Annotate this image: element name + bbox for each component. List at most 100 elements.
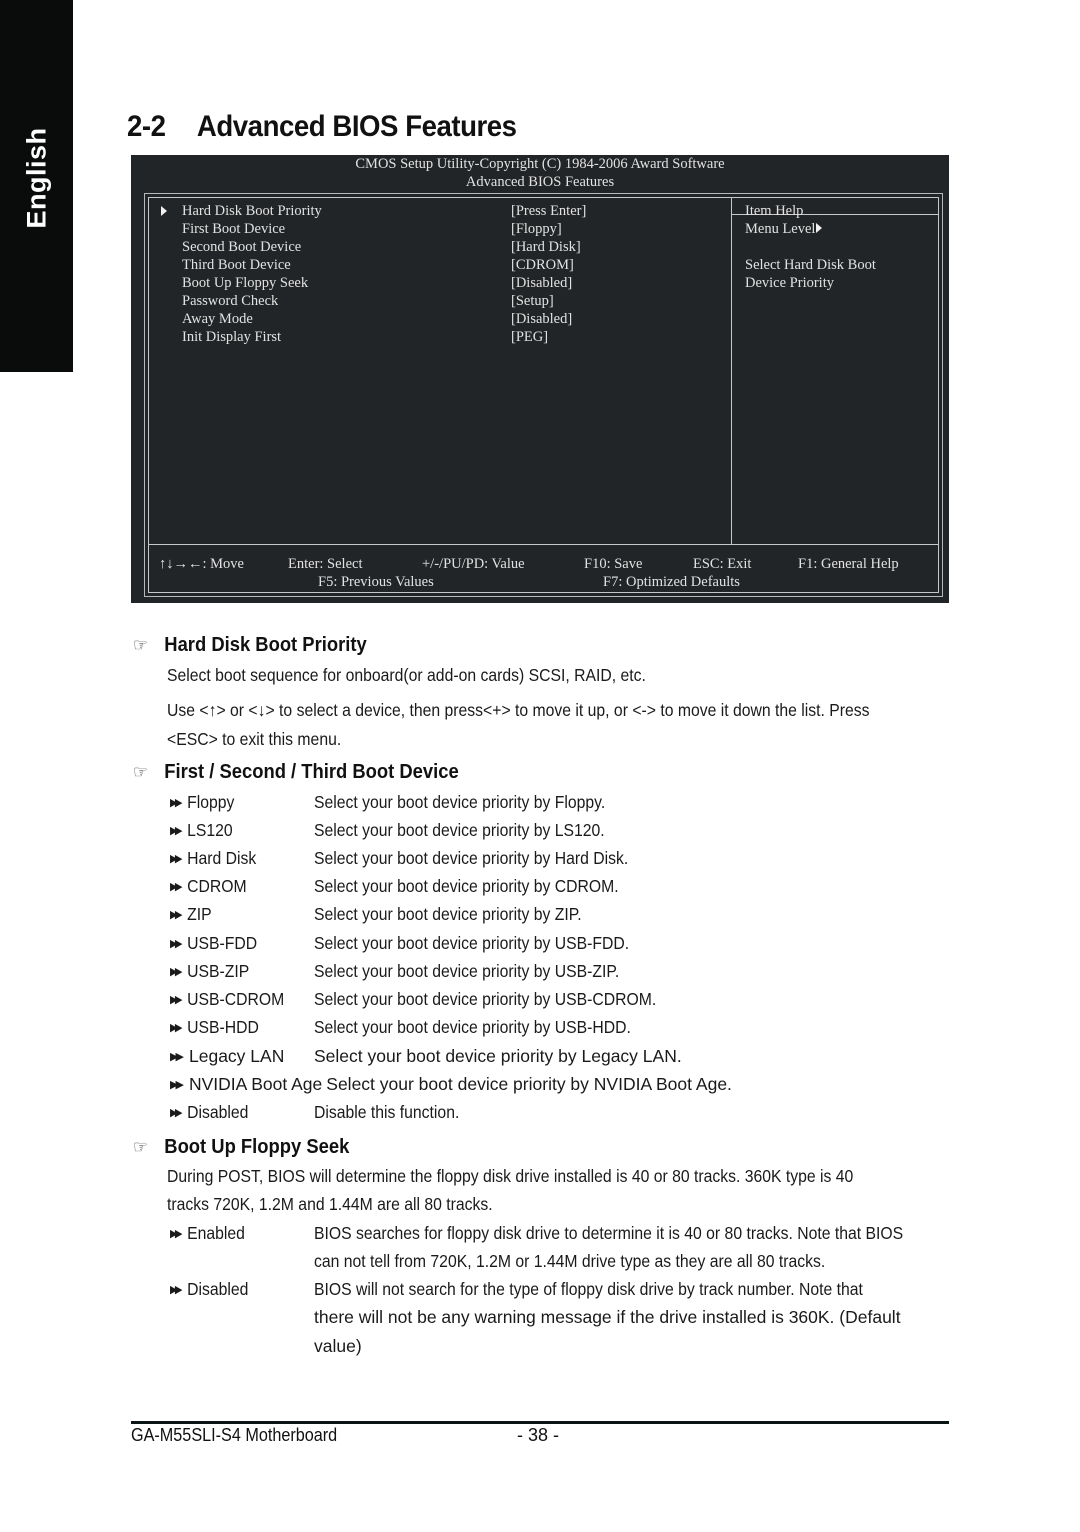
item-help-title: Item Help <box>745 203 804 219</box>
bios-item-label: Second Boot Device <box>182 239 302 255</box>
key-hint-select: Enter: Select <box>288 556 363 572</box>
paragraph: Select boot sequence for onboard(or add-… <box>167 665 646 685</box>
option-description: Select your boot device priority by USB-… <box>314 1017 631 1037</box>
menu-level-arrow-icon <box>816 223 823 233</box>
option-description: Select your boot device priority by USB-… <box>314 989 657 1009</box>
key-hint-exit: ESC: Exit <box>693 556 752 572</box>
language-tab-label: English <box>21 127 52 229</box>
option-name: USB-ZIP <box>187 961 250 981</box>
double-arrow-icon: ▶▶ <box>170 1051 184 1063</box>
option-description: Select your boot device priority by LS12… <box>314 820 605 840</box>
option-description: there will not be any warning message if… <box>314 1307 901 1327</box>
option-description: Select your boot device priority by NVID… <box>326 1074 732 1094</box>
option-name: Floppy <box>187 792 235 812</box>
option-description: Select your boot device priority by USB-… <box>314 961 620 981</box>
bios-item-label: Hard Disk Boot Priority <box>182 203 322 219</box>
page-number: - 38 - <box>517 1425 560 1445</box>
bios-item-label: Third Boot Device <box>182 257 291 273</box>
option-item: ▶▶ Floppy Select your boot device priority… <box>170 792 605 813</box>
section-number: 2-2 <box>127 110 166 143</box>
double-arrow-icon: ▶▶ <box>170 853 183 865</box>
option-item: ▶▶ CDROM Select your boot device priority … <box>170 876 619 897</box>
option-name: NVIDIA Boot Age <box>189 1074 323 1094</box>
heading-hard-disk-boot-priority: ☞ Hard Disk Boot Priority <box>133 634 367 657</box>
option-description: Disable this function. <box>314 1102 460 1122</box>
bios-item-label: Password Check <box>182 293 279 309</box>
option-item: ▶▶ Disabled Disable this function. <box>170 1102 459 1123</box>
heading-text: Boot Up Floppy Seek <box>164 1136 350 1158</box>
help-divider <box>731 198 732 544</box>
paragraph: tracks 720K, 1.2M and 1.44M are all 80 t… <box>167 1194 493 1214</box>
option-description: Select your boot device priority by ZIP. <box>314 904 582 924</box>
option-name: USB-CDROM <box>187 989 285 1009</box>
bios-header-copyright: CMOS Setup Utility-Copyright (C) 1984-20… <box>355 156 725 172</box>
option-description: Select your boot device priority by Hard… <box>314 848 629 868</box>
option-name: LS120 <box>187 820 233 840</box>
help-text-line2: Device Priority <box>745 275 834 291</box>
option-description: Select your boot device priority by Flop… <box>314 792 606 812</box>
option-name: Disabled <box>187 1102 249 1122</box>
bios-inner-frame: Hard Disk Boot Priority [Press Enter] Fi… <box>148 197 939 593</box>
bios-item-value: [Setup] <box>511 293 554 309</box>
option-item: ▶▶ NVIDIA Boot Age Select your boot device… <box>170 1074 732 1095</box>
option-item: ▶▶ USB-ZIP Select your boot device priorit… <box>170 961 619 982</box>
key-hint-previous-values: F5: Previous Values <box>318 574 434 590</box>
option-description: can not tell from 720K, 1.2M or 1.44M dr… <box>314 1251 826 1271</box>
heading-boot-device: ☞ First / Second / Third Boot Device <box>133 761 459 784</box>
paragraph: Use <↑> or <↓> to select a device, then … <box>167 700 870 720</box>
submenu-arrow-icon <box>161 206 167 216</box>
heading-text: Hard Disk Boot Priority <box>164 634 367 656</box>
option-name: Hard Disk <box>187 848 257 868</box>
option-description: value) <box>314 1336 362 1356</box>
bios-item-label: Away Mode <box>182 311 253 327</box>
section-title: 2-2 Advanced BIOS Features <box>127 110 517 144</box>
double-arrow-icon: ▶▶ <box>170 1107 183 1119</box>
option-item: ▶▶ USB-FDD Select your boot device priorit… <box>170 933 629 954</box>
option-item: ▶▶ LS120 Select your boot device priority … <box>170 820 605 841</box>
option-name: Disabled <box>187 1279 249 1299</box>
menu-level: Menu Level <box>745 221 823 238</box>
bios-screen: CMOS Setup Utility-Copyright (C) 1984-20… <box>131 155 949 603</box>
bios-item-label: Boot Up Floppy Seek <box>182 275 309 291</box>
key-hint-save: F10: Save <box>584 556 643 572</box>
bios-item-value: [PEG] <box>511 329 549 345</box>
double-arrow-icon: ▶▶ <box>170 938 183 950</box>
double-arrow-icon: ▶▶ <box>170 825 183 837</box>
bios-item-label: Init Display First <box>182 329 282 345</box>
bios-header-title: Advanced BIOS Features <box>465 174 615 190</box>
option-name: Legacy LAN <box>189 1046 285 1066</box>
bios-item-label: First Boot Device <box>182 221 286 237</box>
heading-text: First / Second / Third Boot Device <box>164 761 459 783</box>
double-arrow-icon: ▶▶ <box>170 881 183 893</box>
option-description: BIOS will not search for the type of flo… <box>314 1279 863 1299</box>
bios-item-value: [Hard Disk] <box>511 239 581 255</box>
heading-boot-up-floppy-seek: ☞ Boot Up Floppy Seek <box>133 1136 349 1159</box>
double-arrow-icon: ▶▶ <box>170 1228 183 1240</box>
option-description: Select your boot device priority by Lega… <box>314 1046 682 1066</box>
footer-divider <box>149 544 938 545</box>
option-item: ▶▶ Hard Disk Select your boot device prior… <box>170 848 628 869</box>
help-text-line1: Select Hard Disk Boot <box>745 257 876 273</box>
bios-item-value: [Disabled] <box>511 275 573 291</box>
option-item: ▶▶ Enabled BIOS searches for floppy disk d… <box>170 1223 903 1244</box>
option-description: Select your boot device priority by CDRO… <box>314 876 619 896</box>
option-name: Enabled <box>187 1223 245 1243</box>
option-name: USB-HDD <box>187 1017 259 1037</box>
double-arrow-icon: ▶▶ <box>170 909 183 921</box>
option-item: ▶▶ USB-CDROM Select your boot device prior… <box>170 989 656 1010</box>
footer-product: GA-M55SLI-S4 Motherboard <box>131 1425 338 1445</box>
bios-item-value: [Floppy] <box>511 221 562 237</box>
footer-rule <box>131 1421 949 1424</box>
key-hint-value: +/-/PU/PD: Value <box>422 556 525 572</box>
key-hint-optimized-defaults: F7: Optimized Defaults <box>603 574 740 590</box>
bios-frame: Hard Disk Boot Priority [Press Enter] Fi… <box>144 193 943 597</box>
double-arrow-icon: ▶▶ <box>170 994 183 1006</box>
option-description: BIOS searches for floppy disk drive to d… <box>314 1223 904 1243</box>
option-item: ▶▶ Disabled BIOS will not search for the t… <box>170 1279 863 1300</box>
double-arrow-icon: ▶▶ <box>170 966 183 978</box>
bios-item-value: [Disabled] <box>511 311 573 327</box>
pointing-hand-icon: ☞ <box>133 762 148 782</box>
double-arrow-icon: ▶▶ <box>170 1079 184 1091</box>
menu-level-label: Menu Level <box>745 221 816 237</box>
option-item: ▶▶ USB-HDD Select your boot device priorit… <box>170 1017 631 1038</box>
